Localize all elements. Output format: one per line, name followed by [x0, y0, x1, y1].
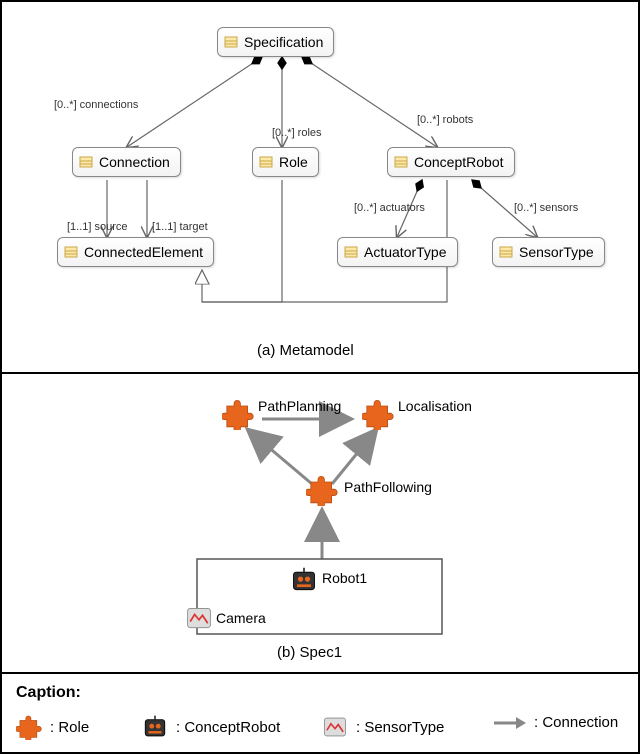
class-actuatortype: ActuatorType	[337, 237, 458, 267]
class-role-name: Role	[279, 154, 308, 170]
legend-connection-text: : Connection	[534, 714, 618, 731]
role-pathplanning-label: PathPlanning	[258, 398, 341, 414]
legend-sensortype-text: : SensorType	[356, 719, 444, 736]
class-connection: Connection	[72, 147, 181, 177]
robot1-label: Robot1	[322, 570, 367, 586]
class-specification: Specification	[217, 27, 334, 57]
role-localisation-icon	[362, 398, 394, 430]
edge-label-source: [1..1] source	[67, 221, 128, 233]
robot-icon	[142, 714, 168, 740]
class-icon	[344, 245, 358, 259]
class-icon	[64, 245, 78, 259]
edge-label-roles: [0..*] roles	[272, 127, 322, 139]
camera-icon	[185, 604, 213, 635]
role-pathfollowing-label: PathFollowing	[344, 479, 432, 495]
legend-conceptrobot-text: : ConceptRobot	[176, 719, 280, 736]
class-icon	[394, 155, 408, 169]
class-icon	[499, 245, 513, 259]
role-localisation-label: Localisation	[398, 398, 472, 414]
class-icon	[259, 155, 273, 169]
edge-label-robots: [0..*] robots	[417, 114, 473, 126]
class-sensortype-name: SensorType	[519, 244, 594, 260]
panel-metamodel: Specification Connection Role ConceptRob…	[2, 2, 638, 372]
puzzle-icon	[16, 714, 42, 740]
class-icon	[79, 155, 93, 169]
edge-label-connections: [0..*] connections	[54, 99, 138, 111]
panel-b-caption: (b) Spec1	[277, 644, 342, 661]
arrow-icon	[492, 715, 526, 731]
legend-conceptrobot: : ConceptRobot	[142, 714, 280, 740]
class-conceptrobot: ConceptRobot	[387, 147, 515, 177]
class-connectedelement: ConnectedElement	[57, 237, 214, 267]
class-actuatortype-name: ActuatorType	[364, 244, 447, 260]
class-sensortype: SensorType	[492, 237, 605, 267]
legend-role-text: : Role	[50, 719, 89, 736]
metamodel-edges	[2, 2, 640, 372]
legend-title: Caption:	[16, 684, 81, 702]
class-icon	[224, 35, 238, 49]
class-connectedelement-name: ConnectedElement	[84, 244, 203, 260]
class-role: Role	[252, 147, 319, 177]
spec1-edges	[2, 374, 640, 674]
class-specification-name: Specification	[244, 34, 323, 50]
panel-a-caption: (a) Metamodel	[257, 342, 354, 359]
class-conceptrobot-name: ConceptRobot	[414, 154, 504, 170]
panel-legend: Caption: : Role : ConceptRobot : SensorT…	[2, 672, 638, 752]
sensor-icon	[322, 714, 348, 740]
camera-label: Camera	[216, 610, 266, 626]
legend-role: : Role	[16, 714, 89, 740]
legend-connection: : Connection	[492, 714, 618, 731]
legend-sensortype: : SensorType	[322, 714, 444, 740]
edge-label-target: [1..1] target	[152, 221, 208, 233]
class-connection-name: Connection	[99, 154, 170, 170]
panel-spec1: PathPlanning Localisation PathFollowing …	[2, 372, 638, 674]
role-pathfollowing-icon	[306, 474, 338, 506]
edge-label-actuators: [0..*] actuators	[354, 202, 425, 214]
role-pathplanning-icon	[222, 398, 254, 430]
edge-label-sensors: [0..*] sensors	[514, 202, 578, 214]
robot1-icon	[290, 566, 318, 597]
